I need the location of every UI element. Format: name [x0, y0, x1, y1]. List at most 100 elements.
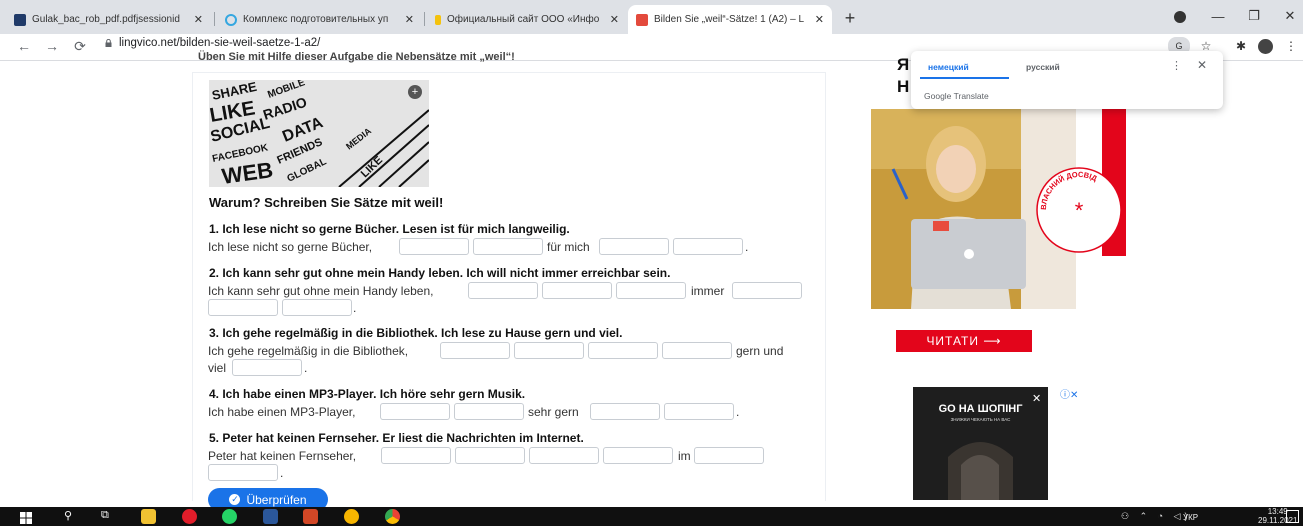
- chrome-icon[interactable]: [385, 509, 400, 524]
- tab-divider: [424, 12, 425, 26]
- answer-input[interactable]: [603, 447, 673, 464]
- question-2-prompt: 2. Ich kann sehr gut ohne mein Handy leb…: [209, 266, 671, 280]
- check-icon: ✓: [229, 494, 241, 505]
- new-tab-button[interactable]: +: [838, 6, 862, 30]
- answer-input[interactable]: [662, 342, 732, 359]
- answer-input[interactable]: [380, 403, 450, 420]
- back-icon[interactable]: ←: [14, 35, 34, 57]
- search-icon[interactable]: ⚲: [64, 509, 72, 522]
- tab-title: Bilden Sie „weil“-Sätze! 1 (A2) – L: [654, 14, 805, 25]
- url-field[interactable]: lingvico.net/bilden-sie-weil-saetze-1-a2…: [119, 37, 320, 49]
- question-3-prompt: 3. Ich gehe regelmäßig in die Bibliothek…: [209, 326, 623, 340]
- menu-dots-icon[interactable]: ⋮: [1282, 37, 1300, 55]
- ad-subtitle: ЗНИЖКИ ЧЕКАЮТЬ НА ВАС: [950, 417, 1011, 422]
- answer-input[interactable]: [282, 299, 352, 316]
- question-4-end: .: [736, 405, 740, 419]
- answer-input[interactable]: [455, 447, 525, 464]
- question-3-line2-start: viel: [208, 361, 227, 375]
- popup-close-icon[interactable]: ✕: [1197, 58, 1207, 72]
- site-logo-icon: [225, 13, 237, 26]
- question-5-prompt: 5. Peter hat keinen Fernseher. Er liest …: [209, 431, 584, 445]
- task-view-icon[interactable]: ⧉: [101, 509, 109, 522]
- app-icon[interactable]: [344, 509, 359, 524]
- question-1-prompt: 1. Ich lese nicht so gerne Bücher. Lesen…: [209, 222, 570, 236]
- file-explorer-icon[interactable]: [141, 509, 156, 524]
- minimize-button[interactable]: —: [1200, 4, 1236, 28]
- system-tray-icons[interactable]: ⚇ ⌃ ◔ ◁): [1121, 511, 1191, 522]
- question-2-start: Ich kann sehr gut ohne mein Handy leben,: [208, 284, 434, 298]
- close-tab-icon[interactable]: ✕: [194, 13, 203, 26]
- question-2-end: .: [353, 301, 357, 315]
- extensions-icon[interactable]: ✱: [1232, 37, 1250, 55]
- answer-input[interactable]: [232, 359, 302, 376]
- tab-title: Комплекс подготовительных уп: [243, 14, 389, 25]
- answer-input[interactable]: [673, 238, 743, 255]
- read-button[interactable]: ЧИТАТИ ⟶: [896, 330, 1032, 352]
- question-3-start: Ich gehe regelmäßig in die Bibliothek,: [208, 344, 409, 358]
- ad-close-icon[interactable]: ✕: [1032, 392, 1041, 405]
- close-tab-icon[interactable]: ✕: [405, 13, 414, 26]
- answer-input[interactable]: [588, 342, 658, 359]
- source-language-tab[interactable]: немецкий: [928, 62, 969, 72]
- whatsapp-icon[interactable]: [222, 509, 237, 524]
- answer-input[interactable]: [732, 282, 802, 299]
- close-tab-icon[interactable]: ✕: [610, 13, 619, 26]
- answer-input[interactable]: [664, 403, 734, 420]
- popup-brand: Google Translate: [924, 91, 989, 101]
- intro-text: Üben Sie mit Hilfe dieser Aufgabe die Ne…: [198, 51, 515, 63]
- svg-text:*: *: [1075, 198, 1084, 223]
- answer-input[interactable]: [399, 238, 469, 255]
- maximize-button[interactable]: ❐: [1236, 4, 1272, 28]
- question-4-start: Ich habe einen MP3-Player,: [208, 405, 356, 419]
- tab-search-icon[interactable]: [1174, 11, 1186, 23]
- answer-input[interactable]: [468, 282, 538, 299]
- tab-divider: [214, 12, 215, 26]
- answer-input[interactable]: [616, 282, 686, 299]
- language-indicator[interactable]: УКР: [1183, 513, 1198, 522]
- question-2-mid: immer: [691, 284, 725, 298]
- opera-icon[interactable]: [182, 509, 197, 524]
- windows-start-icon[interactable]: [20, 511, 32, 524]
- answer-input[interactable]: [590, 403, 660, 420]
- tab-active-lingvico[interactable]: Bilden Sie „weil“-Sätze! 1 (A2) – L ✕: [628, 5, 832, 34]
- question-5-end: .: [280, 466, 284, 480]
- answer-input[interactable]: [208, 464, 278, 481]
- tab-complex[interactable]: Комплекс подготовительных уп ✕: [217, 5, 422, 34]
- experience-stamp: ВЛАСНИЙ ДОСВІД *: [1035, 166, 1123, 254]
- lingvico-favicon-icon: [636, 13, 648, 26]
- answer-input[interactable]: [208, 299, 278, 316]
- answer-input[interactable]: [473, 238, 543, 255]
- lock-icon[interactable]: [105, 39, 112, 47]
- answer-input[interactable]: [514, 342, 584, 359]
- tab-title: Gulak_bac_rob_pdf.pdfjsessionid: [32, 14, 180, 25]
- close-tab-icon[interactable]: ✕: [815, 13, 824, 26]
- popup-menu-icon[interactable]: ⋮: [1171, 59, 1182, 72]
- pdf-site-icon: [14, 13, 26, 26]
- tab-pdf[interactable]: Gulak_bac_rob_pdf.pdfjsessionid ✕: [6, 5, 211, 34]
- question-5-start: Peter hat keinen Fernseher,: [208, 449, 357, 463]
- profile-avatar[interactable]: [1256, 37, 1274, 55]
- word-icon[interactable]: [263, 509, 278, 524]
- powerpoint-icon[interactable]: [303, 509, 318, 524]
- tab-official-site[interactable]: Официальный сайт ООО «Инфо ✕: [427, 5, 627, 34]
- reload-icon[interactable]: ⟳: [70, 35, 90, 57]
- hero-image: SHARE MOBILE LIKE RADIO SOCIAL DATA FACE…: [209, 80, 429, 187]
- ad-title: GO НА ШОПІНГ: [938, 403, 1023, 415]
- notifications-icon[interactable]: [1286, 510, 1299, 523]
- question-3-mid: gern und: [736, 344, 784, 358]
- answer-input[interactable]: [381, 447, 451, 464]
- question-1-mid: für mich: [547, 240, 590, 254]
- question-4-prompt: 4. Ich habe einen MP3-Player. Ich höre s…: [209, 387, 526, 401]
- answer-input[interactable]: [454, 403, 524, 420]
- forward-icon[interactable]: →: [42, 35, 62, 57]
- answer-input[interactable]: [599, 238, 669, 255]
- task-heading: Warum? Schreiben Sie Sätze mit weil!: [209, 195, 444, 210]
- close-window-button[interactable]: ✕: [1272, 4, 1303, 28]
- image-plus-icon[interactable]: +: [408, 85, 422, 99]
- answer-input[interactable]: [440, 342, 510, 359]
- answer-input[interactable]: [542, 282, 612, 299]
- target-language-tab[interactable]: русский: [1026, 62, 1060, 72]
- answer-input[interactable]: [529, 447, 599, 464]
- adchoices-icon[interactable]: ⓘ✕: [1060, 386, 1078, 401]
- answer-input[interactable]: [694, 447, 764, 464]
